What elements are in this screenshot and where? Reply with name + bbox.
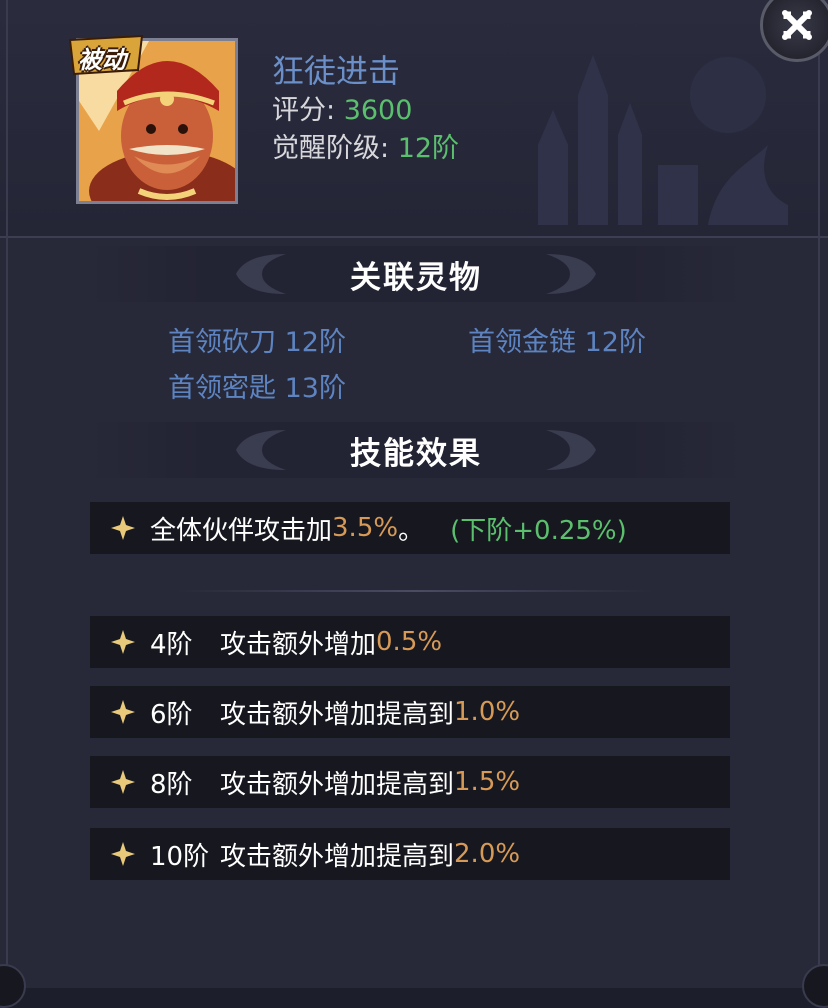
tier-effect-row: 4阶 攻击额外增加 0.5% [90,616,730,668]
tier-label: 4阶 [150,629,193,660]
frame-corner [802,964,828,1008]
left-ornament-icon [236,430,286,470]
tier-value: 2.0% [454,839,521,869]
score-label: 评分: [272,95,336,126]
tier-label: 10阶 [150,841,210,872]
tier-effect-row: 8阶 攻击额外增加提高到 1.5% [90,756,730,808]
skill-section-title: 技能效果 [350,435,482,472]
awaken-row: 觉醒阶级: 12阶 [272,126,459,165]
tier-effect-row: 10阶 攻击额外增加提高到 2.0% [90,828,730,880]
skill-detail-panel: 被动 狂徒进击 评分: 3600 觉醒阶级: 12阶 关联灵物 首领砍刀 12阶… [0,0,828,1008]
tier-text: 攻击额外增加 [220,629,377,660]
star-bullet-icon [111,770,135,794]
base-effect-value: 3.5% [332,513,399,543]
linked-section-header: 关联灵物 [86,246,746,302]
tier-text: 攻击额外增加提高到 [220,841,455,872]
passive-badge-label: 被动 [78,46,126,74]
tier-value: 1.5% [454,767,521,797]
linked-item[interactable]: 首领砍刀 12阶 [168,320,346,359]
star-bullet-icon [111,842,135,866]
linked-section-title: 关联灵物 [350,259,482,296]
right-ornament-icon [546,254,596,294]
tier-label: 6阶 [150,699,193,730]
score-row: 评分: 3600 [272,88,412,127]
tier-text: 攻击额外增加提高到 [220,699,455,730]
header-divider [0,236,828,238]
base-effect-row: 全体伙伴攻击加 3.5%。 (下阶+0.25%) [90,502,730,554]
tier-text: 攻击额外增加提高到 [220,769,455,800]
divider [175,590,655,592]
linked-item[interactable]: 首领密匙 13阶 [168,366,346,405]
awaken-label: 觉醒阶级: [272,133,390,164]
skill-name: 狂徒进击 [272,52,401,90]
tier-effect-row: 6阶 攻击额外增加提高到 1.0% [90,686,730,738]
right-ornament-icon [546,430,596,470]
linked-item[interactable]: 首领金链 12阶 [468,320,646,359]
frame-corner [0,964,26,1008]
left-ornament-icon [236,254,286,294]
passive-badge: 被动 [66,34,146,78]
next-tier-bonus: (下阶+0.25%) [450,515,627,546]
base-effect-text: 全体伙伴攻击加 [150,515,333,546]
star-bullet-icon [111,700,135,724]
close-icon [782,10,812,40]
tier-label: 8阶 [150,769,193,800]
tier-value: 0.5% [376,627,443,657]
base-effect-suffix: 。 [398,515,425,546]
castle-silhouette-decoration [538,55,788,225]
skill-section-header: 技能效果 [86,422,746,478]
star-bullet-icon [111,630,135,654]
awaken-value: 12阶 [397,133,460,164]
star-bullet-icon [111,516,135,540]
score-value: 3600 [343,95,413,126]
tier-value: 1.0% [454,697,521,727]
